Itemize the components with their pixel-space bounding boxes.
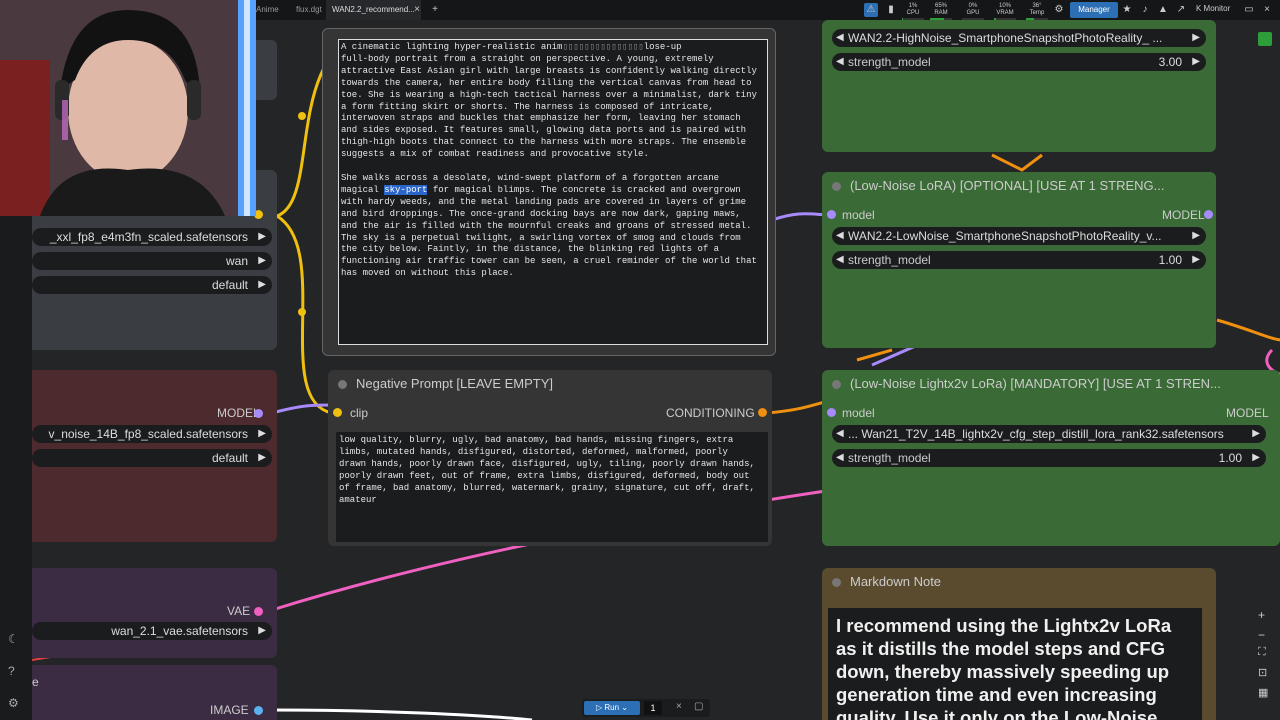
lock-icon[interactable]: ⊡ [1258,666,1267,679]
wire-reroute-dot [298,112,306,120]
bell-icon[interactable]: ♪ [1138,3,1152,17]
extension-icon[interactable] [1258,32,1272,46]
share-icon[interactable]: ↗ [1174,3,1188,17]
node-collapse-dot[interactable] [832,578,841,587]
decode-node[interactable]: e IMAGE [32,665,277,720]
unet-name-widget[interactable]: v_noise_14B_fp8_scaled.safetensors ▶ [32,425,272,443]
lightx2v-model-input-label: model [842,406,875,420]
cpu-meter: 1% CPU [902,3,924,21]
negative-prompt-text: low quality, blurry, ugly, bad anatomy, … [339,435,755,505]
manager-button[interactable]: Manager [1070,2,1118,18]
conditioning-output-label: CONDITIONING [666,406,755,420]
wire-reroute-dot [298,308,306,316]
close-tab-icon[interactable]: × [410,3,424,17]
node-collapse-dot[interactable] [338,380,347,389]
wire-image [271,708,533,720]
tab-wan22[interactable]: WAN2.2_recommend... [326,0,421,20]
low-noise-lora-title: (Low-Noise LoRA) [OPTIONAL] [USE AT 1 ST… [850,178,1165,193]
close-window-icon[interactable]: × [1260,3,1274,17]
selected-text: sky-port [384,184,428,195]
zoom-in-icon[interactable]: + [1258,608,1265,622]
markdown-note-node[interactable]: Markdown Note I recommend using the Ligh… [822,568,1216,720]
webcam-image [0,0,256,216]
queue-icon[interactable]: ⚠ [864,3,878,17]
low-noise-lora-name-widget[interactable]: ◀ WAN2.2-LowNoise_SmartphoneSnapshotPhoto… [832,227,1206,245]
negative-prompt-node[interactable]: Negative Prompt [LEAVE EMPTY] clip CONDI… [328,370,772,546]
clip-name-widget[interactable]: _xxl_fp8_e4m3fn_scaled.safetensors ▶ [32,228,272,246]
unet-loader-node[interactable]: MODEL v_noise_14B_fp8_scaled.safetensors… [32,370,277,542]
high-noise-strength-widget[interactable]: ◀ strength_model 3.00 ▶ [832,53,1206,71]
run-button[interactable]: ▷ Run ⌄ [584,701,640,715]
vram-meter: 10% VRAM [994,3,1016,21]
wire-conditioning-4 [1216,318,1280,342]
node-collapse-dot[interactable] [832,380,841,389]
lightx2v-lora-name-widget[interactable]: ◀... Wan21_T2V_14B_lightx2v_cfg_step_dis… [832,425,1266,443]
clip-input-label: clip [350,406,369,420]
help-icon[interactable]: ? [8,664,15,678]
tab-flux[interactable]: flux.dgt [290,0,328,20]
batch-count-input[interactable]: 1 [644,701,662,715]
decode-partial-label: e [32,675,39,689]
markdown-note-body[interactable]: I recommend using the Lightx2v LoRa as i… [828,608,1202,720]
positive-prompt-text: A cinematic lighting hyper-realistic ani… [341,42,757,279]
window-icon[interactable]: ▭ [1242,3,1256,17]
clip-device-widget[interactable]: default ▶ [32,276,272,294]
webcam-overlay [0,0,256,216]
low-noise-model-input-label: model [842,208,875,222]
fit-view-icon[interactable]: ⛶ [1258,646,1266,659]
low-noise-strength-widget[interactable]: ◀ strength_model 1.00 ▶ [832,251,1206,269]
lightx2v-model-output-label: MODEL [1226,406,1269,420]
lightx2v-strength-widget[interactable]: ◀ strength_model 1.00 ▶ [832,449,1266,467]
wire-conditioning-3 [991,153,1043,172]
low-noise-model-output-label: MODEL [1162,208,1205,222]
high-noise-lora-name-widget[interactable]: ◀ WAN2.2-HighNoise_SmartphoneSnapshotPhot… [832,29,1206,47]
positive-prompt-textarea[interactable]: A cinematic lighting hyper-realistic ani… [338,39,768,345]
low-noise-lora-node[interactable]: (Low-Noise LoRA) [OPTIONAL] [USE AT 1 ST… [822,172,1216,348]
map-icon[interactable]: ▦ [1258,686,1268,699]
cancel-icon[interactable]: × [676,701,682,712]
temp-meter: 36° Temp [1026,3,1048,21]
positive-prompt-node[interactable]: A cinematic lighting hyper-realistic ani… [322,28,776,356]
markdown-note-title: Markdown Note [850,574,942,589]
clipboard-icon[interactable]: ▮ [884,3,898,17]
lightx2v-lora-node[interactable]: (Low-Noise Lightx2v LoRa) [MANDATORY] [U… [822,370,1280,546]
gpu-meter: 0% GPU [962,3,984,21]
run-toolbar: ▷ Run ⌄ 1 × ▢ [582,699,710,717]
settings-icon[interactable]: ⚙ [1052,3,1066,17]
markdown-note-text: I recommend using the Lightx2v LoRa as i… [836,615,1172,720]
node-collapse-dot[interactable] [832,182,841,191]
theme-toggle-icon[interactable]: ☾ [8,632,19,646]
unet-output-slot[interactable] [254,409,263,418]
clip-type-widget[interactable]: wan ▶ [32,252,272,270]
lightx2v-model-input-slot[interactable] [827,408,836,417]
vae-name-widget[interactable]: wan_2.1_vae.safetensors ▶ [32,622,272,640]
image-output-label: IMAGE [210,703,249,717]
monitor-label[interactable]: K Monitor [1196,4,1230,13]
conditioning-output-slot[interactable] [758,408,767,417]
star-icon[interactable]: ★ [1120,3,1134,17]
zoom-out-icon[interactable]: − [1258,628,1265,642]
warning-icon[interactable]: ▲ [1156,3,1170,17]
vae-loader-node[interactable]: VAE wan_2.1_vae.safetensors ▶ [32,568,277,658]
image-output-slot[interactable] [254,706,263,715]
low-noise-model-output-slot[interactable] [1204,210,1213,219]
negative-prompt-title: Negative Prompt [LEAVE EMPTY] [356,376,553,391]
settings-gear-icon[interactable]: ⚙ [8,696,19,710]
vae-output-label: VAE [227,604,251,618]
add-tab-button[interactable]: + [428,3,442,17]
vae-output-slot[interactable] [254,607,263,616]
stop-icon[interactable]: ▢ [694,701,703,712]
unet-dtype-widget[interactable]: default ▶ [32,449,272,467]
low-noise-model-input-slot[interactable] [827,210,836,219]
ram-meter: 65% RAM [930,3,952,21]
high-noise-lora-node[interactable]: ◀ WAN2.2-HighNoise_SmartphoneSnapshotPhot… [822,20,1216,152]
lightx2v-lora-title: (Low-Noise Lightx2v LoRa) [MANDATORY] [U… [850,376,1221,391]
clip-input-slot[interactable] [333,408,342,417]
negative-prompt-textarea[interactable]: low quality, blurry, ugly, bad anatomy, … [336,432,768,542]
